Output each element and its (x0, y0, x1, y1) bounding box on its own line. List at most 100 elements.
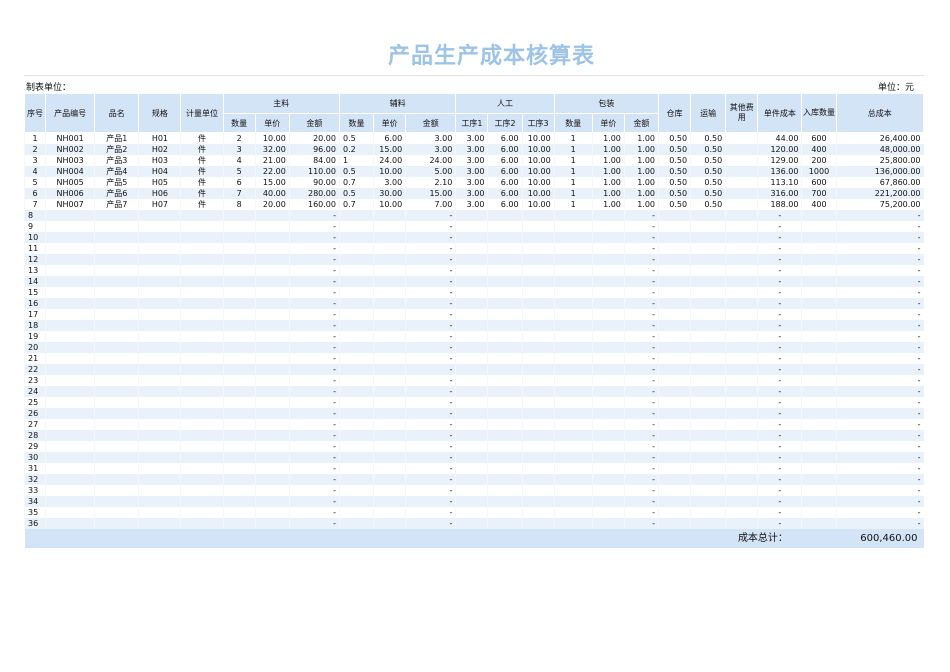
table-cell (592, 232, 624, 243)
table-cell (223, 485, 255, 496)
table-cell (726, 144, 758, 155)
table-cell (374, 287, 406, 298)
table-cell (339, 276, 373, 287)
table-cell (522, 232, 554, 243)
table-cell: 15.00 (406, 188, 456, 199)
table-cell: - (624, 276, 658, 287)
table-cell: - (836, 276, 923, 287)
table-cell (46, 441, 95, 452)
table-cell (802, 485, 836, 496)
table-cell (255, 342, 289, 353)
table-cell: 产品2 (95, 144, 139, 155)
table-cell: - (624, 397, 658, 408)
table-row: 11----- (25, 243, 924, 254)
table-cell (95, 408, 139, 419)
table-cell (554, 463, 592, 474)
col-labor-step1: 工序1 (456, 114, 488, 133)
table-cell (488, 397, 522, 408)
table-cell: 1 (554, 166, 592, 177)
table-cell: - (406, 287, 456, 298)
group-aux-material: 辅料 (339, 94, 455, 114)
group-packaging: 包装 (554, 94, 658, 114)
table-cell: 1 (554, 144, 592, 155)
table-cell (522, 298, 554, 309)
table-cell (592, 331, 624, 342)
col-other-fee: 其他费用 (726, 94, 758, 133)
table-cell (554, 232, 592, 243)
table-cell (223, 397, 255, 408)
table-cell: - (758, 243, 802, 254)
table-cell: - (289, 408, 339, 419)
table-cell (139, 397, 181, 408)
table-cell: 12 (25, 254, 46, 265)
table-cell (726, 309, 758, 320)
col-total-cost: 总成本 (836, 94, 923, 133)
table-cell (592, 430, 624, 441)
table-cell: - (758, 364, 802, 375)
table-cell: - (758, 221, 802, 232)
table-cell: 32.00 (255, 144, 289, 155)
page-title: 产品生产成本核算表 (0, 38, 950, 70)
table-cell (181, 221, 223, 232)
table-cell: 6.00 (488, 144, 522, 155)
table-row: 28----- (25, 430, 924, 441)
table-cell: - (289, 342, 339, 353)
table-row: 7NH007产品7H07件820.00160.000.710.007.003.0… (25, 199, 924, 210)
table-cell: - (624, 474, 658, 485)
table-cell: 24.00 (406, 155, 456, 166)
table-cell: 188.00 (758, 199, 802, 210)
table-cell (223, 276, 255, 287)
table-cell (339, 485, 373, 496)
table-cell (139, 210, 181, 221)
table-cell (181, 485, 223, 496)
table-cell (339, 441, 373, 452)
table-cell (95, 507, 139, 518)
table-cell (374, 452, 406, 463)
table-cell: - (836, 507, 923, 518)
table-cell (691, 320, 726, 331)
table-cell (592, 320, 624, 331)
table-cell (592, 452, 624, 463)
table-cell (456, 298, 488, 309)
table-cell (488, 485, 522, 496)
table-cell (456, 496, 488, 507)
table-cell (223, 496, 255, 507)
table-cell (339, 397, 373, 408)
table-cell: - (289, 221, 339, 232)
table-cell (659, 518, 691, 529)
table-cell: 3.00 (456, 188, 488, 199)
table-cell (95, 265, 139, 276)
table-cell: - (624, 265, 658, 276)
table-cell (802, 518, 836, 529)
table-cell: NH003 (46, 155, 95, 166)
table-cell (522, 485, 554, 496)
table-cell: - (836, 364, 923, 375)
table-cell: - (289, 254, 339, 265)
table-cell: H01 (139, 133, 181, 145)
table-cell (95, 474, 139, 485)
table-cell (456, 397, 488, 408)
group-main-material: 主料 (223, 94, 339, 114)
table-cell: 6.00 (488, 155, 522, 166)
table-cell: 10.00 (522, 177, 554, 188)
table-cell (95, 232, 139, 243)
table-cell (592, 210, 624, 221)
table-cell (802, 232, 836, 243)
table-cell (95, 298, 139, 309)
table-cell: - (624, 320, 658, 331)
table-cell (139, 342, 181, 353)
table-cell: 15 (25, 287, 46, 298)
table-cell (488, 430, 522, 441)
table-cell (522, 309, 554, 320)
table-cell: 19 (25, 331, 46, 342)
table-cell (95, 309, 139, 320)
table-cell: NH006 (46, 188, 95, 199)
table-row: 13----- (25, 265, 924, 276)
table-cell (456, 221, 488, 232)
table-cell (181, 210, 223, 221)
table-cell (522, 243, 554, 254)
table-row: 4NH004产品4H04件522.00110.000.510.005.003.0… (25, 166, 924, 177)
total-label: 成本总计： (25, 529, 802, 548)
table-cell: - (624, 364, 658, 375)
table-cell (592, 276, 624, 287)
